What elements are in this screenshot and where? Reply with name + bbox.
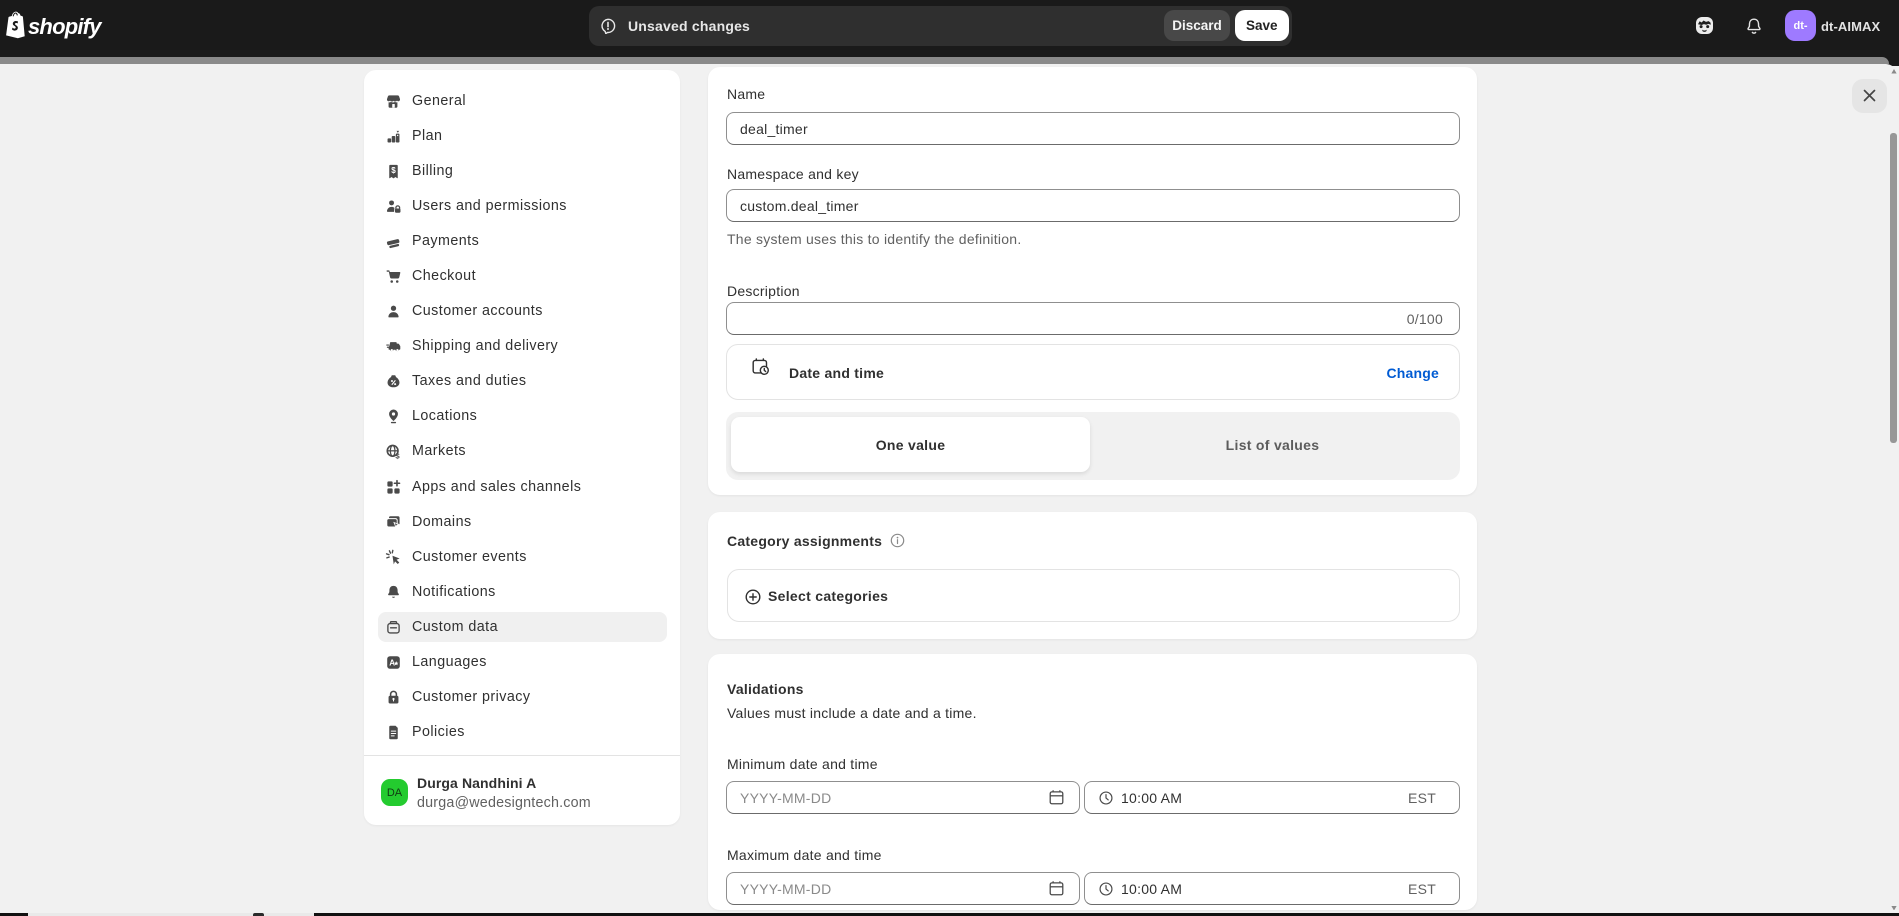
svg-text:$: $	[391, 165, 396, 174]
svg-text:$: $	[395, 451, 400, 459]
